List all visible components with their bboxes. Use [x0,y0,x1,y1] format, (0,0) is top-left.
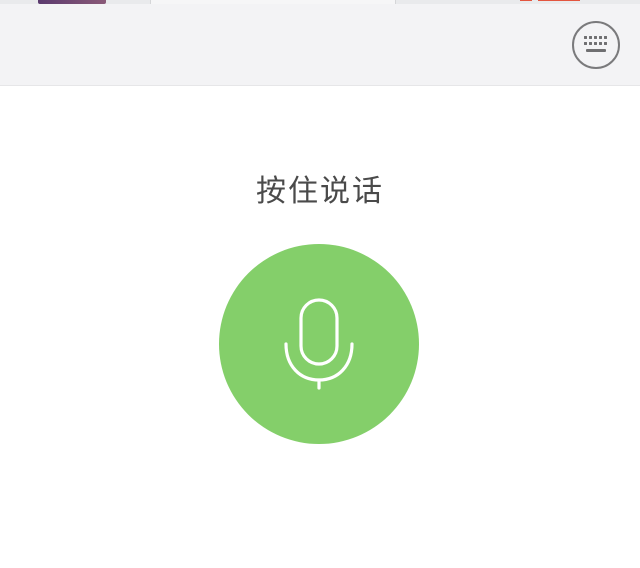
hold-to-talk-hint: 按住说话 [256,174,384,209]
keyboard-icon [584,36,607,52]
voice-input-screen: 按住说话 [0,0,640,568]
input-toolbar [0,4,640,86]
keyboard-toggle-button[interactable] [572,21,620,69]
microphone-icon [284,298,354,390]
hold-to-talk-button[interactable] [219,244,419,444]
voice-panel: 按住说话 [0,86,640,568]
